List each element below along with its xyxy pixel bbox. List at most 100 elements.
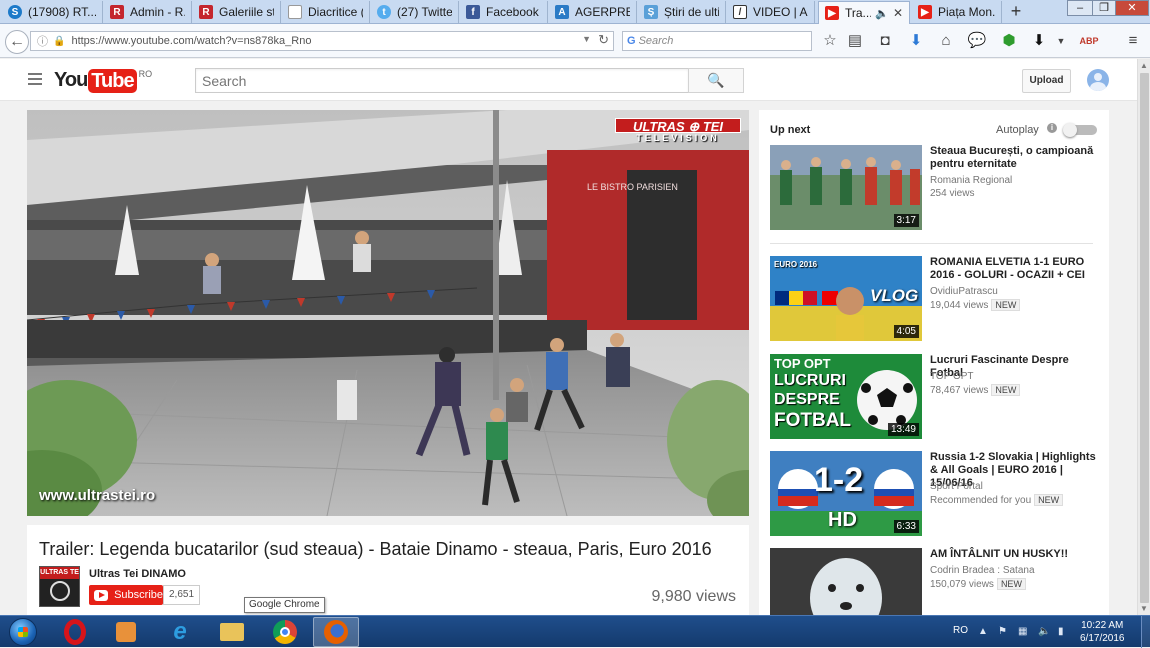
browser-tab[interactable]: / VIDEO | A ... bbox=[727, 1, 815, 23]
subscribe-label: Subscribe bbox=[114, 589, 163, 601]
minimize-button[interactable]: ‒ bbox=[1067, 0, 1093, 16]
autoplay-toggle[interactable] bbox=[1063, 123, 1097, 137]
video-thumbnail[interactable]: TOP OPT LUCRURI DESPRE FOTBAL 13:49 bbox=[770, 354, 922, 439]
list-item[interactable]: EURO 2016 VLOG 4:05 ROMANIA ELVETIA 1-1 … bbox=[770, 256, 1100, 341]
reload-icon[interactable]: ↻ bbox=[598, 32, 609, 48]
page-scrollbar[interactable]: ▲ ▼ bbox=[1137, 59, 1150, 615]
taskbar-app-internet-explorer[interactable]: e bbox=[157, 617, 203, 647]
video-thumbnail[interactable]: EURO 2016 VLOG 4:05 bbox=[770, 256, 922, 341]
taskbar-app-opera[interactable] bbox=[52, 617, 98, 647]
recommended-label: Recommended for you NEW bbox=[930, 494, 1064, 506]
blank-page-icon bbox=[288, 5, 302, 19]
browser-tab[interactable]: Diacritice (ăâîș... bbox=[282, 1, 370, 23]
hamburger-menu-icon[interactable]: ≡ bbox=[1122, 30, 1144, 52]
tray-expand-icon[interactable]: ▲ bbox=[978, 626, 988, 637]
thumbnail-caption: VLOG bbox=[870, 286, 919, 305]
chevron-down-icon[interactable]: ▼ bbox=[1050, 30, 1072, 52]
browser-tab[interactable]: R Admin - R... bbox=[104, 1, 192, 23]
video-title[interactable]: AM ÎNTÂLNIT UN HUSKY!! bbox=[930, 548, 1100, 561]
browser-tab[interactable]: A AGERPRES... bbox=[549, 1, 637, 23]
download-arrow-icon[interactable]: ⬇ bbox=[1028, 30, 1050, 52]
r-logo-icon: R bbox=[199, 5, 213, 19]
list-item[interactable]: TOP OPT LUCRURI DESPRE FOTBAL 13:49 Lucr… bbox=[770, 354, 1100, 439]
taskbar-app-media-player[interactable] bbox=[103, 617, 149, 647]
taskbar-app-file-explorer[interactable] bbox=[209, 617, 255, 647]
home-icon[interactable]: ⌂ bbox=[935, 30, 957, 52]
browser-tab[interactable]: Ș Știri de ulti... bbox=[638, 1, 726, 23]
youtube-icon: ▶ bbox=[918, 5, 932, 19]
volume-icon[interactable]: 🔈 bbox=[1038, 626, 1050, 637]
taskbar-app-chrome[interactable] bbox=[262, 617, 308, 647]
tab-label: Facebook bbox=[486, 5, 539, 19]
video-title[interactable]: Steaua București, o campioană pentru ete… bbox=[930, 145, 1100, 171]
pocket-icon[interactable]: ◘ bbox=[874, 30, 896, 52]
view-count: 254 views bbox=[930, 188, 975, 199]
maximize-button[interactable]: ❐ bbox=[1092, 0, 1116, 16]
video-thumbnail[interactable]: 3:17 bbox=[770, 145, 922, 230]
extension-badge-icon[interactable]: ⬢ bbox=[998, 30, 1020, 52]
clock[interactable]: 10:22 AM 6/17/2016 bbox=[1080, 619, 1125, 645]
info-icon[interactable]: i bbox=[1047, 123, 1057, 133]
search-button[interactable]: 🔍 bbox=[688, 68, 744, 93]
info-icon[interactable]: ⓘ bbox=[37, 33, 48, 49]
thumbnail-caption: DESPRE bbox=[774, 391, 840, 408]
back-button[interactable]: ← bbox=[5, 30, 29, 54]
thumbnail-caption: TOP OPT bbox=[774, 356, 831, 371]
url-bar[interactable]: ⓘ 🔒 https://www.youtube.com/watch?v=ns87… bbox=[30, 31, 614, 51]
upload-button[interactable]: Upload bbox=[1022, 69, 1071, 93]
browser-nav-bar: ← ⓘ 🔒 https://www.youtube.com/watch?v=ns… bbox=[0, 24, 1150, 58]
network-icon[interactable]: ▮ bbox=[1058, 626, 1064, 637]
tab-label: VIDEO | A ... bbox=[753, 5, 808, 19]
start-button[interactable] bbox=[2, 616, 44, 648]
action-center-flag-icon[interactable]: ⚑ bbox=[998, 626, 1007, 637]
show-desktop-button[interactable] bbox=[1141, 616, 1150, 648]
speaker-icon[interactable]: 🔈 bbox=[875, 7, 889, 20]
video-title[interactable]: ROMANIA ELVETIA 1-1 EURO 2016 - GOLURI -… bbox=[930, 256, 1100, 282]
taskbar-app-firefox[interactable] bbox=[313, 617, 359, 647]
bookmark-star-icon[interactable]: ☆ bbox=[819, 30, 841, 52]
adblock-icon[interactable]: ABP bbox=[1078, 30, 1100, 52]
skype-icon: S bbox=[8, 5, 22, 19]
reading-list-icon[interactable]: ▤ bbox=[844, 30, 866, 52]
scroll-down-icon[interactable]: ▼ bbox=[1140, 604, 1148, 613]
list-item[interactable]: 1-2 HD 6:33 Russia 1-2 Slovakia | Highli… bbox=[770, 451, 1100, 536]
close-icon[interactable]: ✕ bbox=[889, 6, 903, 20]
download-icon[interactable]: ⬇ bbox=[905, 30, 927, 52]
youtube-search-input[interactable] bbox=[195, 68, 689, 93]
browser-tab[interactable]: t (27) Twitter bbox=[371, 1, 459, 23]
subscribe-button[interactable]: Subscribe bbox=[89, 585, 163, 605]
browser-search-field[interactable]: G Search bbox=[622, 31, 812, 51]
youtube-logo[interactable]: You Tube RO bbox=[54, 69, 152, 93]
view-count: 150,079 views NEW bbox=[930, 578, 1026, 590]
search-placeholder: Search bbox=[638, 35, 674, 47]
new-tab-button[interactable]: + bbox=[1006, 2, 1026, 22]
logo-you: You bbox=[54, 69, 88, 91]
dropdown-arrow-icon[interactable]: ▼ bbox=[582, 34, 591, 44]
channel-logo-line2: TELEVISION bbox=[636, 133, 720, 143]
video-thumbnail[interactable]: 1-2 HD 6:33 bbox=[770, 451, 922, 536]
list-item[interactable]: 3:17 Steaua București, o campioană pentr… bbox=[770, 145, 1100, 230]
thumbnail-caption: LUCRURI bbox=[774, 372, 846, 389]
display-icon[interactable]: ▦ bbox=[1018, 626, 1027, 637]
video-thumbnail[interactable] bbox=[770, 548, 922, 615]
scrollbar-thumb[interactable] bbox=[1140, 73, 1149, 603]
tab-label: AGERPRES... bbox=[575, 5, 630, 19]
browser-tab-active[interactable]: ▶ Tra... 🔈 ✕ bbox=[818, 1, 910, 24]
list-item[interactable]: AM ÎNTÂLNIT UN HUSKY!! Codrin Bradea : S… bbox=[770, 548, 1100, 615]
video-player[interactable]: LE BISTRO PARISIEN ULTRAS ⊕ TEI TELEVISI… bbox=[27, 110, 749, 516]
google-icon: G bbox=[627, 35, 636, 47]
scroll-up-icon[interactable]: ▲ bbox=[1140, 61, 1148, 70]
browser-tab[interactable]: f Facebook bbox=[460, 1, 548, 23]
channel-logo-line1: ULTRAS ⊕ TEI bbox=[615, 118, 741, 134]
browser-tab[interactable]: R Galeriile st... bbox=[193, 1, 281, 23]
channel-avatar[interactable]: ULTRAS TEI bbox=[39, 566, 80, 607]
chat-icon[interactable]: 💬 bbox=[966, 30, 988, 52]
browser-tab[interactable]: ▶ Piața Mon... bbox=[912, 1, 1002, 23]
close-window-button[interactable]: ✕ bbox=[1115, 0, 1149, 16]
browser-tab[interactable]: S (17908) RT... bbox=[2, 1, 103, 23]
channel-name[interactable]: Ultras Tei DINAMO bbox=[89, 568, 186, 580]
guide-menu-icon[interactable] bbox=[28, 73, 42, 85]
language-indicator[interactable]: RO bbox=[953, 625, 968, 636]
avatar[interactable] bbox=[1087, 69, 1109, 91]
tab-label: Știri de ulti... bbox=[664, 5, 719, 19]
